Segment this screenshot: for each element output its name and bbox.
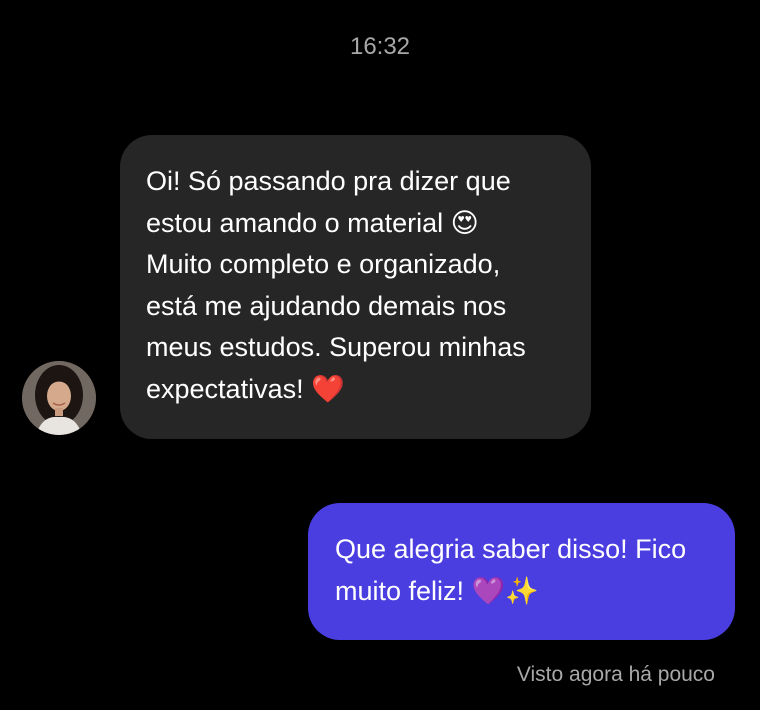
message-timestamp: 16:32 <box>349 33 411 60</box>
outgoing-message-bubble[interactable]: Que alegria saber disso! Fico muito feli… <box>308 503 735 640</box>
seen-status: Visto agora há pouco <box>516 663 715 686</box>
contact-avatar[interactable] <box>22 361 96 435</box>
profile-photo-icon <box>22 361 96 435</box>
incoming-message-bubble[interactable]: Oi! Só passando pra dizer que estou aman… <box>120 135 591 439</box>
